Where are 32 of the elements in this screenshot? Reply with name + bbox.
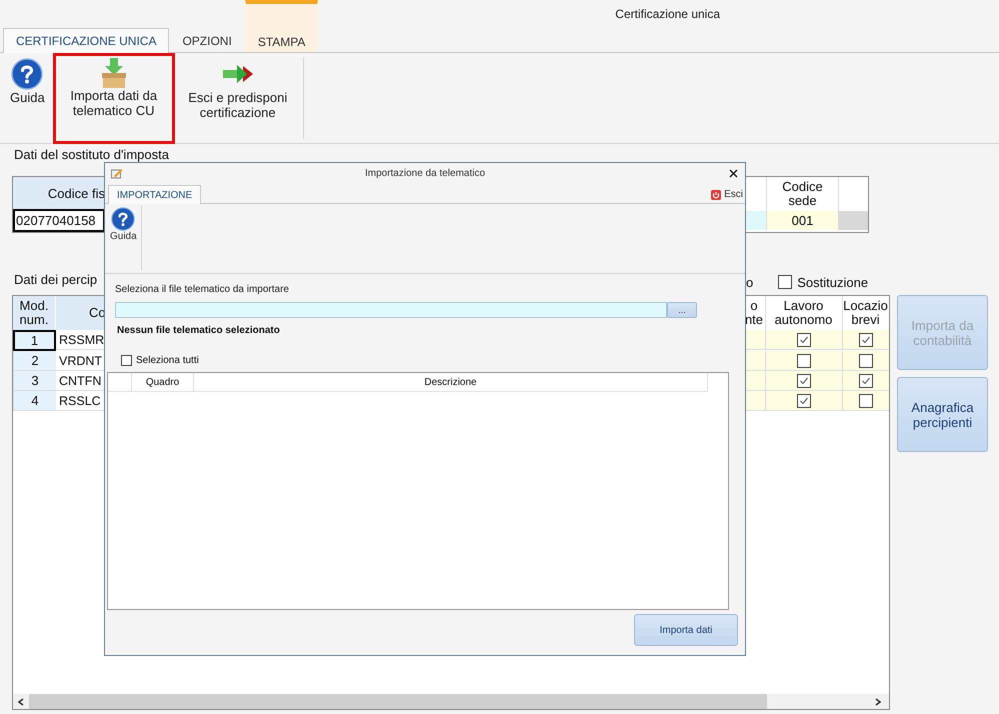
column-header: Locazio brevi — [842, 296, 889, 330]
row-number[interactable]: 4 — [13, 391, 56, 411]
checkbox-label: Sostituzione — [797, 274, 868, 290]
table-cell[interactable]: 001 — [766, 211, 838, 230]
exit-button[interactable]: Esci — [709, 189, 745, 203]
guide-button[interactable]: Guida — [108, 205, 142, 271]
row-number[interactable]: 2 — [13, 351, 56, 371]
row-number[interactable]: 3 — [13, 371, 56, 391]
section-heading: Dati del sostituto d'imposta — [13, 147, 170, 164]
ribbon-button[interactable]: Importa dati da telematico CU — [52, 53, 175, 144]
row-number[interactable]: 1 — [13, 330, 56, 351]
ribbon-tab[interactable]: IMPORTAZIONE — [108, 185, 202, 204]
side-button[interactable]: Anagrafica percipienti — [897, 377, 988, 452]
column-header: Codice fis — [13, 177, 105, 210]
column-header: Quadro — [132, 373, 194, 391]
option-label: o — [746, 274, 754, 290]
column-header: Descrizione — [194, 373, 708, 391]
ribbon-tab[interactable]: STAMPA — [244, 0, 318, 52]
ribbon-button[interactable]: Guida — [4, 53, 51, 144]
dialog-title: Importazione da telematico — [364, 168, 486, 178]
status-text: Nessun file telematico selezionato — [116, 325, 281, 336]
column-header: Mod. num. — [13, 296, 56, 330]
ribbon-tab[interactable]: OPZIONI — [169, 28, 245, 52]
section-heading: Dati dei percip — [13, 272, 98, 289]
ribbon-button[interactable]: Esci e predisponi certificazione — [176, 53, 299, 144]
field-label: Seleziona il file telematico da importare — [114, 284, 290, 295]
browse-button[interactable]: ... — [667, 302, 697, 318]
import-button[interactable]: Importa dati — [634, 614, 738, 646]
table-cell[interactable]: 02077040158 — [13, 209, 105, 232]
ribbon-tab[interactable]: CERTIFICAZIONE UNICA — [3, 28, 170, 53]
checkbox-label: Seleziona tutti — [136, 355, 199, 366]
window-title: Certificazione unica — [615, 7, 720, 21]
